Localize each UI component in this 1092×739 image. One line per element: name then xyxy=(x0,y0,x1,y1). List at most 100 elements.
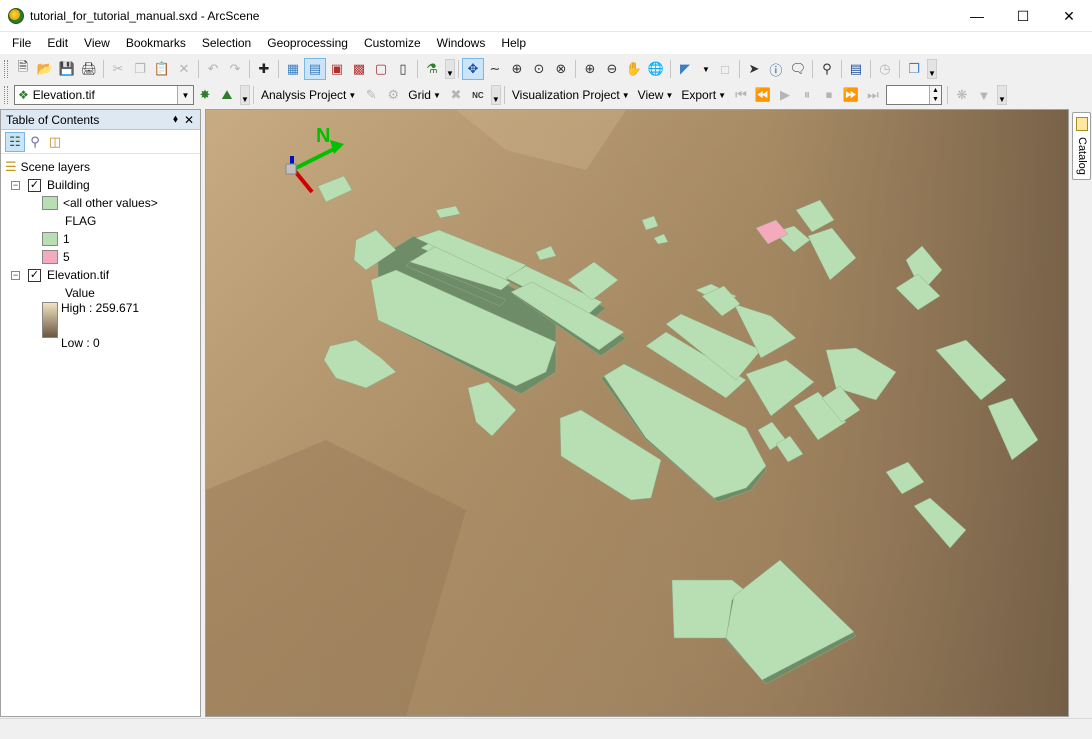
toolbar-grip[interactable] xyxy=(4,60,8,78)
toolbar-grip[interactable] xyxy=(4,86,8,104)
layer-select[interactable]: ❖ Elevation.tif ▼ xyxy=(14,85,194,105)
close-icon[interactable]: ✕ xyxy=(184,113,194,127)
table-of-contents-icon[interactable]: ▤ xyxy=(304,58,326,80)
scene-canvas[interactable]: N xyxy=(206,110,1068,716)
select-features-icon[interactable]: ◤ xyxy=(674,58,696,80)
collapse-icon[interactable]: − xyxy=(11,270,20,280)
toolbar-overflow-icon[interactable]: ▼ xyxy=(926,59,937,79)
scene-properties-icon[interactable]: ▦ xyxy=(282,58,304,80)
paste-icon[interactable]: 📋 xyxy=(151,58,173,80)
legend-item-5[interactable]: 5 xyxy=(42,248,70,266)
print-icon[interactable]: 🖨 xyxy=(78,58,100,80)
list-by-drawing-order-icon[interactable]: ☷ xyxy=(5,131,25,152)
fast-forward-icon[interactable]: ⏩ xyxy=(840,84,862,106)
interpolate-icon[interactable]: ❋ xyxy=(951,84,973,106)
select-dropdown-icon[interactable]: ▼ xyxy=(696,65,714,74)
scene-layers-row[interactable]: ☰ Scene layers xyxy=(5,158,90,176)
new-document-icon[interactable]: 🗎 xyxy=(12,58,34,80)
toolbar-overflow-icon[interactable]: ▼ xyxy=(490,85,501,105)
pause-icon[interactable]: ⏸ xyxy=(796,84,818,106)
layer-visibility-checkbox[interactable]: ✓ xyxy=(28,268,41,282)
last-frame-icon[interactable]: ⏭ xyxy=(862,84,884,106)
legend-item-1[interactable]: 1 xyxy=(42,230,70,248)
open-folder-icon[interactable]: 📂 xyxy=(34,58,56,80)
tools-icon[interactable]: ✖ xyxy=(445,84,467,106)
menu-edit[interactable]: Edit xyxy=(39,36,76,50)
toolbar-overflow-icon[interactable]: ▼ xyxy=(240,85,250,105)
html-popup-icon[interactable]: 🗨 xyxy=(787,58,809,80)
search-window-icon[interactable]: ▢ xyxy=(370,58,392,80)
menu-file[interactable]: File xyxy=(4,36,39,50)
contour-icon[interactable]: ✸ xyxy=(194,84,216,106)
visualization-project-menu[interactable]: Visualization Project ▼ xyxy=(508,88,634,102)
pan-hand-icon[interactable]: ✋ xyxy=(623,58,645,80)
layer-visibility-checkbox[interactable]: ✓ xyxy=(28,178,41,192)
full-extent-globe-icon[interactable]: 🌐 xyxy=(645,58,667,80)
frame-spin-input[interactable]: ▲ ▼ xyxy=(885,85,942,105)
filter-icon[interactable]: ▼ xyxy=(973,84,995,106)
zoom-to-target-icon[interactable]: ⊙ xyxy=(528,58,550,80)
list-by-visibility-icon[interactable]: ◫ xyxy=(45,132,65,152)
undo-icon[interactable]: ↶ xyxy=(202,58,224,80)
3d-analyst-toolbar: ❖ Elevation.tif ▼ ✸ ⛰ ▼ Analysis Project… xyxy=(0,82,1092,108)
delete-icon[interactable]: ✕ xyxy=(173,58,195,80)
target-center-icon[interactable]: ⊕ xyxy=(506,58,528,80)
view-menu[interactable]: View ▼ xyxy=(634,88,678,102)
play-icon[interactable]: ▶ xyxy=(774,84,796,106)
fly-tool-icon[interactable]: ∼ xyxy=(484,58,506,80)
layer-row-elevation[interactable]: − ✓ Elevation.tif xyxy=(11,266,109,284)
redo-icon[interactable]: ↷ xyxy=(224,58,246,80)
menu-selection[interactable]: Selection xyxy=(194,36,259,50)
menu-windows[interactable]: Windows xyxy=(429,36,494,50)
pin-icon[interactable]: ⬧ xyxy=(173,113,178,126)
save-icon[interactable]: 💾 xyxy=(56,58,78,80)
analysis-project-menu[interactable]: Analysis Project ▼ xyxy=(257,88,360,102)
catalog-window-icon[interactable]: ▩ xyxy=(348,58,370,80)
project-settings-icon[interactable]: ⚙ xyxy=(382,84,404,106)
python-window-icon[interactable]: ▯ xyxy=(392,58,414,80)
set-observer-icon[interactable]: ⊗ xyxy=(550,58,572,80)
menu-geoprocessing[interactable]: Geoprocessing xyxy=(259,36,356,50)
navigate-tool-icon[interactable]: ✥ xyxy=(462,58,484,80)
menu-customize[interactable]: Customize xyxy=(356,36,429,50)
grid-menu[interactable]: Grid ▼ xyxy=(404,88,445,102)
north-label: N xyxy=(316,125,330,147)
menu-bookmarks[interactable]: Bookmarks xyxy=(118,36,194,50)
arctoolbox-icon[interactable]: ▣ xyxy=(326,58,348,80)
toolbar-overflow-icon[interactable]: ▼ xyxy=(445,59,455,79)
close-button[interactable]: ✕ xyxy=(1046,0,1092,32)
clear-selection-icon[interactable]: □ xyxy=(714,58,736,80)
zoom-out-icon[interactable]: ⊖ xyxy=(601,58,623,80)
steepest-path-icon[interactable]: ⛰ xyxy=(216,84,238,106)
edit-pencil-icon[interactable]: ✎ xyxy=(360,84,382,106)
first-frame-icon[interactable]: ⏮ xyxy=(730,84,752,106)
modelbuilder-icon[interactable]: ⚗ xyxy=(421,58,443,80)
maximize-button[interactable]: ☐ xyxy=(1000,0,1046,32)
3d-view-icon[interactable]: ❐ xyxy=(903,58,925,80)
stop-icon[interactable]: ⏹ xyxy=(818,84,840,106)
toolbar-overflow-icon[interactable]: ▼ xyxy=(996,85,1007,105)
list-by-source-icon[interactable]: ⚲ xyxy=(25,132,45,152)
identify-icon[interactable]: ⓘ xyxy=(765,58,787,80)
cut-icon[interactable]: ✂ xyxy=(107,58,129,80)
rewind-icon[interactable]: ⏪ xyxy=(752,84,774,106)
legend-item-all-other[interactable]: <all other values> xyxy=(42,194,158,212)
find-binoculars-icon[interactable]: ⚲ xyxy=(816,58,838,80)
select-elements-icon[interactable]: ➤ xyxy=(743,58,765,80)
add-data-icon[interactable]: ✚ xyxy=(253,58,275,80)
nc-icon[interactable]: NC xyxy=(467,84,489,106)
menu-view[interactable]: View xyxy=(76,36,118,50)
measure-icon[interactable]: ▤ xyxy=(845,58,867,80)
layer-row-building[interactable]: − ✓ Building xyxy=(11,176,90,194)
spin-arrows-icon[interactable]: ▲ ▼ xyxy=(928,86,941,104)
collapse-icon[interactable]: − xyxy=(11,180,20,190)
export-menu[interactable]: Export ▼ xyxy=(677,88,730,102)
copy-icon[interactable]: ❐ xyxy=(129,58,151,80)
time-slider-icon[interactable]: ◷ xyxy=(874,58,896,80)
scene-view[interactable]: N xyxy=(205,109,1069,717)
chevron-down-icon[interactable]: ▼ xyxy=(177,86,193,104)
minimize-button[interactable]: — xyxy=(954,0,1000,32)
zoom-in-icon[interactable]: ⊕ xyxy=(579,58,601,80)
menu-help[interactable]: Help xyxy=(493,36,534,50)
catalog-tab[interactable]: Catalog xyxy=(1072,112,1091,180)
